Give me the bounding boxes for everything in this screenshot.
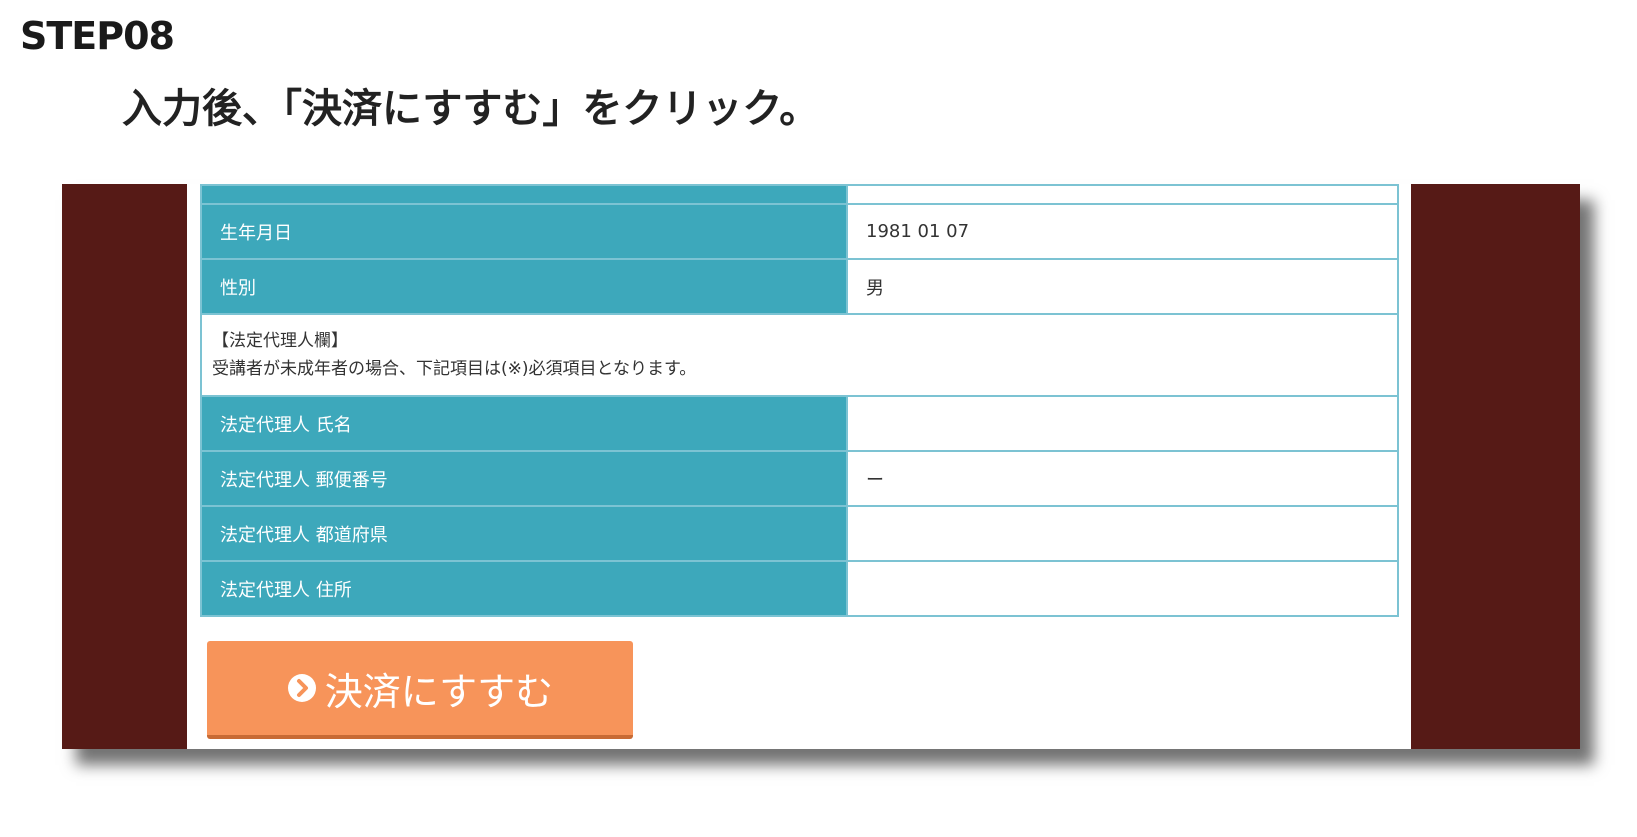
guardian-prefecture-label: 法定代理人 都道府県 [200,505,848,562]
guardian-note-text: 受講者が未成年者の場合、下記項目は(※)必須項目となります。 [212,359,697,379]
table-row: 生年月日 1981 01 07 [200,203,1399,260]
guardian-prefecture-value[interactable] [846,505,1399,562]
proceed-to-payment-button[interactable]: 決済にすすむ [207,641,633,739]
instruction-text: 入力後、「決済にすすむ」をクリック。 [122,86,820,132]
guardian-name-value[interactable] [846,395,1399,452]
guardian-note-row: 【法定代理人欄】 受講者が未成年者の場合、下記項目は(※)必須項目となります。 [200,313,1399,397]
step-label: STEP08 [20,14,175,58]
proceed-to-payment-label: 決済にすすむ [324,669,554,714]
table-row: 法定代理人 住所 [200,560,1399,617]
field-value[interactable] [846,184,1399,205]
form-panel: 生年月日 1981 01 07 性別 男 【法定代理人欄】 受講者が未成年者の場… [187,184,1411,749]
table-row [200,184,1399,205]
guardian-note-heading: 【法定代理人欄】 [212,331,348,351]
guardian-name-label: 法定代理人 氏名 [200,395,848,452]
circle-arrow-right-icon [287,674,316,702]
guardian-postcode-label: 法定代理人 郵便番号 [200,450,848,507]
guardian-postcode-value[interactable]: ー [846,450,1399,507]
birthdate-value[interactable]: 1981 01 07 [846,203,1399,260]
guardian-note: 【法定代理人欄】 受講者が未成年者の場合、下記項目は(※)必須項目となります。 [200,313,1399,397]
table-row: 法定代理人 氏名 [200,395,1399,452]
birthdate-label: 生年月日 [200,203,848,260]
guardian-address-value[interactable] [846,560,1399,617]
guardian-address-label: 法定代理人 住所 [200,560,848,617]
table-row: 法定代理人 郵便番号 ー [200,450,1399,507]
table-row: 法定代理人 都道府県 [200,505,1399,562]
form-table: 生年月日 1981 01 07 性別 男 【法定代理人欄】 受講者が未成年者の場… [200,184,1399,617]
gender-label: 性別 [200,258,848,315]
field-label [200,184,848,205]
screenshot-frame: 生年月日 1981 01 07 性別 男 【法定代理人欄】 受講者が未成年者の場… [62,184,1580,749]
table-row: 性別 男 [200,258,1399,315]
gender-value[interactable]: 男 [846,258,1399,315]
